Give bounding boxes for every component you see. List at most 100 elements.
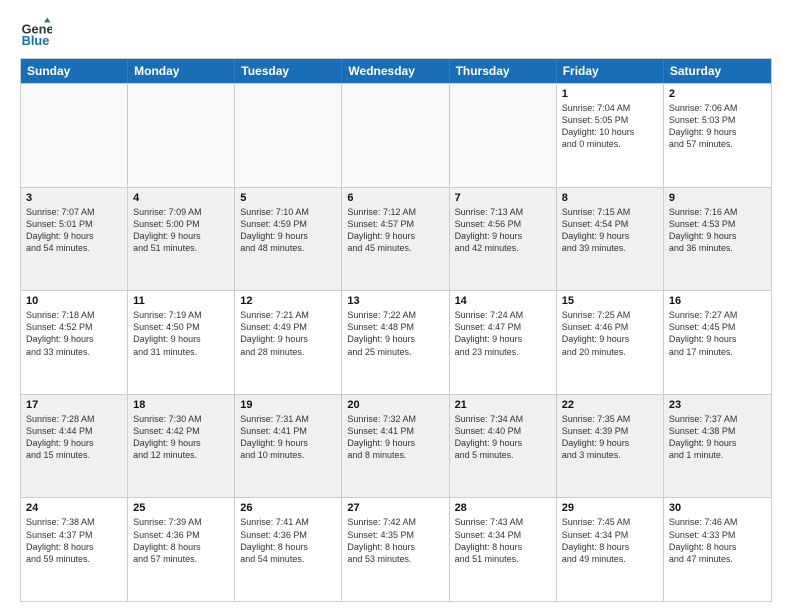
calendar-cell-1-6: 9 Sunrise: 7:16 AM Sunset: 4:53 PM Daylig… xyxy=(664,188,771,291)
day-info: Sunrise: 7:32 AM Sunset: 4:41 PM Dayligh… xyxy=(347,413,443,462)
calendar-cell-1-1: 4Sunrise: 7:09 AM Sunset: 5:00 PM Daylig… xyxy=(128,188,235,291)
day-info: Sunrise: 7:28 AM Sunset: 4:44 PM Dayligh… xyxy=(26,413,122,462)
day-info: Sunrise: 7:19 AM Sunset: 4:50 PM Dayligh… xyxy=(133,309,229,358)
day-number: 23 xyxy=(669,399,766,411)
calendar-cell-3-5: 22Sunrise: 7:35 AM Sunset: 4:39 PM Dayli… xyxy=(557,395,664,498)
day-number: 25 xyxy=(133,502,229,514)
calendar-cell-4-5: 29 Sunrise: 7:45 AM Sunset: 4:34 PM Dayli… xyxy=(557,498,664,601)
day-info: Sunrise: 7:15 AM Sunset: 4:54 PM Dayligh… xyxy=(562,206,658,255)
logo-icon: General Blue xyxy=(20,16,52,48)
day-info: Sunrise: 7:24 AM Sunset: 4:47 PM Dayligh… xyxy=(455,309,551,358)
day-number: 12 xyxy=(240,295,336,307)
day-info: Sunrise: 7:43 AM Sunset: 4:34 PM Dayligh… xyxy=(455,516,551,565)
day-info: Sunrise: 7:42 AM Sunset: 4:35 PM Dayligh… xyxy=(347,516,443,565)
weekday-header-thursday: Thursday xyxy=(450,59,557,83)
day-info: Sunrise: 7:06 AM Sunset: 5:03 PM Dayligh… xyxy=(669,102,766,151)
day-info: Sunrise: 7:30 AM Sunset: 4:42 PM Dayligh… xyxy=(133,413,229,462)
calendar-cell-4-2: 26Sunrise: 7:41 AM Sunset: 4:36 PM Dayli… xyxy=(235,498,342,601)
calendar-cell-4-3: 27 Sunrise: 7:42 AM Sunset: 4:35 PM Dayli… xyxy=(342,498,449,601)
day-number: 27 xyxy=(347,502,443,514)
day-info: Sunrise: 7:41 AM Sunset: 4:36 PM Dayligh… xyxy=(240,516,336,565)
day-info: Sunrise: 7:39 AM Sunset: 4:36 PM Dayligh… xyxy=(133,516,229,565)
calendar-cell-2-5: 15Sunrise: 7:25 AM Sunset: 4:46 PM Dayli… xyxy=(557,291,664,394)
day-info: Sunrise: 7:16 AM Sunset: 4:53 PM Dayligh… xyxy=(669,206,766,255)
calendar-cell-0-0 xyxy=(21,84,128,187)
calendar-cell-0-5: 1 Sunrise: 7:04 AM Sunset: 5:05 PM Daylig… xyxy=(557,84,664,187)
weekday-header-tuesday: Tuesday xyxy=(235,59,342,83)
calendar-cell-4-6: 30 Sunrise: 7:46 AM Sunset: 4:33 PM Dayli… xyxy=(664,498,771,601)
weekday-header-monday: Monday xyxy=(128,59,235,83)
day-number: 17 xyxy=(26,399,122,411)
day-info: Sunrise: 7:18 AM Sunset: 4:52 PM Dayligh… xyxy=(26,309,122,358)
day-info: Sunrise: 7:25 AM Sunset: 4:46 PM Dayligh… xyxy=(562,309,658,358)
day-number: 20 xyxy=(347,399,443,411)
weekday-header-saturday: Saturday xyxy=(664,59,771,83)
day-info: Sunrise: 7:38 AM Sunset: 4:37 PM Dayligh… xyxy=(26,516,122,565)
logo: General Blue xyxy=(20,16,52,48)
page: General Blue SundayMondayTuesdayWednesda… xyxy=(0,0,792,612)
day-number: 9 xyxy=(669,192,766,204)
day-info: Sunrise: 7:45 AM Sunset: 4:34 PM Dayligh… xyxy=(562,516,658,565)
day-number: 30 xyxy=(669,502,766,514)
day-number: 18 xyxy=(133,399,229,411)
header: General Blue xyxy=(20,16,772,48)
day-info: Sunrise: 7:13 AM Sunset: 4:56 PM Dayligh… xyxy=(455,206,551,255)
day-info: Sunrise: 7:07 AM Sunset: 5:01 PM Dayligh… xyxy=(26,206,122,255)
day-info: Sunrise: 7:37 AM Sunset: 4:38 PM Dayligh… xyxy=(669,413,766,462)
calendar-cell-1-2: 5 Sunrise: 7:10 AM Sunset: 4:59 PM Daylig… xyxy=(235,188,342,291)
calendar-cell-3-2: 19Sunrise: 7:31 AM Sunset: 4:41 PM Dayli… xyxy=(235,395,342,498)
calendar-cell-3-6: 23 Sunrise: 7:37 AM Sunset: 4:38 PM Dayli… xyxy=(664,395,771,498)
day-info: Sunrise: 7:35 AM Sunset: 4:39 PM Dayligh… xyxy=(562,413,658,462)
calendar-row-0: 1 Sunrise: 7:04 AM Sunset: 5:05 PM Daylig… xyxy=(21,83,771,187)
calendar-cell-2-4: 14Sunrise: 7:24 AM Sunset: 4:47 PM Dayli… xyxy=(450,291,557,394)
day-number: 5 xyxy=(240,192,336,204)
calendar-cell-0-2 xyxy=(235,84,342,187)
calendar-cell-0-4 xyxy=(450,84,557,187)
weekday-header-friday: Friday xyxy=(557,59,664,83)
calendar-cell-0-3 xyxy=(342,84,449,187)
calendar-cell-1-0: 3Sunrise: 7:07 AM Sunset: 5:01 PM Daylig… xyxy=(21,188,128,291)
day-info: Sunrise: 7:10 AM Sunset: 4:59 PM Dayligh… xyxy=(240,206,336,255)
calendar-cell-2-6: 16 Sunrise: 7:27 AM Sunset: 4:45 PM Dayli… xyxy=(664,291,771,394)
day-info: Sunrise: 7:27 AM Sunset: 4:45 PM Dayligh… xyxy=(669,309,766,358)
day-info: Sunrise: 7:31 AM Sunset: 4:41 PM Dayligh… xyxy=(240,413,336,462)
calendar-cell-3-1: 18 Sunrise: 7:30 AM Sunset: 4:42 PM Dayli… xyxy=(128,395,235,498)
calendar: SundayMondayTuesdayWednesdayThursdayFrid… xyxy=(20,58,772,602)
day-number: 7 xyxy=(455,192,551,204)
day-number: 24 xyxy=(26,502,122,514)
calendar-cell-4-4: 28 Sunrise: 7:43 AM Sunset: 4:34 PM Dayli… xyxy=(450,498,557,601)
calendar-cell-0-1 xyxy=(128,84,235,187)
calendar-cell-1-3: 6 Sunrise: 7:12 AM Sunset: 4:57 PM Daylig… xyxy=(342,188,449,291)
day-info: Sunrise: 7:46 AM Sunset: 4:33 PM Dayligh… xyxy=(669,516,766,565)
calendar-cell-2-1: 11 Sunrise: 7:19 AM Sunset: 4:50 PM Dayli… xyxy=(128,291,235,394)
calendar-row-4: 24 Sunrise: 7:38 AM Sunset: 4:37 PM Dayli… xyxy=(21,497,771,601)
day-number: 8 xyxy=(562,192,658,204)
day-number: 13 xyxy=(347,295,443,307)
calendar-cell-4-0: 24 Sunrise: 7:38 AM Sunset: 4:37 PM Dayli… xyxy=(21,498,128,601)
day-info: Sunrise: 7:22 AM Sunset: 4:48 PM Dayligh… xyxy=(347,309,443,358)
day-number: 2 xyxy=(669,88,766,100)
calendar-row-2: 10 Sunrise: 7:18 AM Sunset: 4:52 PM Dayli… xyxy=(21,290,771,394)
day-number: 11 xyxy=(133,295,229,307)
day-number: 6 xyxy=(347,192,443,204)
calendar-cell-1-4: 7 Sunrise: 7:13 AM Sunset: 4:56 PM Daylig… xyxy=(450,188,557,291)
calendar-row-1: 3Sunrise: 7:07 AM Sunset: 5:01 PM Daylig… xyxy=(21,187,771,291)
calendar-header: SundayMondayTuesdayWednesdayThursdayFrid… xyxy=(21,59,771,83)
calendar-cell-3-0: 17 Sunrise: 7:28 AM Sunset: 4:44 PM Dayli… xyxy=(21,395,128,498)
day-info: Sunrise: 7:04 AM Sunset: 5:05 PM Dayligh… xyxy=(562,102,658,151)
day-number: 4 xyxy=(133,192,229,204)
day-number: 1 xyxy=(562,88,658,100)
calendar-cell-0-6: 2 Sunrise: 7:06 AM Sunset: 5:03 PM Daylig… xyxy=(664,84,771,187)
day-info: Sunrise: 7:12 AM Sunset: 4:57 PM Dayligh… xyxy=(347,206,443,255)
weekday-header-sunday: Sunday xyxy=(21,59,128,83)
svg-text:Blue: Blue xyxy=(22,33,50,48)
day-number: 21 xyxy=(455,399,551,411)
day-number: 29 xyxy=(562,502,658,514)
day-number: 16 xyxy=(669,295,766,307)
calendar-row-3: 17 Sunrise: 7:28 AM Sunset: 4:44 PM Dayli… xyxy=(21,394,771,498)
weekday-header-wednesday: Wednesday xyxy=(342,59,449,83)
calendar-cell-2-3: 13 Sunrise: 7:22 AM Sunset: 4:48 PM Dayli… xyxy=(342,291,449,394)
calendar-cell-3-4: 21Sunrise: 7:34 AM Sunset: 4:40 PM Dayli… xyxy=(450,395,557,498)
day-number: 28 xyxy=(455,502,551,514)
day-number: 10 xyxy=(26,295,122,307)
